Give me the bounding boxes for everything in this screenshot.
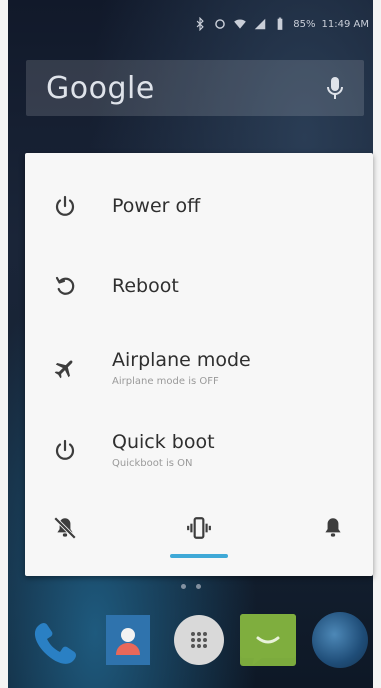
page-dot <box>180 584 186 589</box>
globe-icon <box>312 612 368 668</box>
sound-mode-selector <box>25 508 373 558</box>
vibrate-mode-button[interactable] <box>179 508 219 548</box>
reboot-label: Reboot <box>112 275 179 297</box>
selected-mode-indicator <box>170 554 228 558</box>
silent-mode-button[interactable] <box>45 508 85 548</box>
airplane-mode-label: Airplane mode <box>112 349 251 371</box>
status-time: 11:49 AM <box>321 18 369 30</box>
power-off-option[interactable]: Power off <box>25 171 373 241</box>
bluetooth-icon <box>193 17 207 31</box>
power-icon <box>52 193 78 219</box>
airplane-mode-option[interactable]: Airplane mode Airplane mode is OFF <box>25 333 373 403</box>
ring-mode-button[interactable] <box>313 508 353 548</box>
page-dot <box>195 584 201 589</box>
sync-icon <box>213 17 227 31</box>
google-logo: Google <box>46 70 155 106</box>
vibrate-icon <box>186 515 212 541</box>
status-bar: 85% 11:49 AM <box>8 0 373 48</box>
contacts-icon <box>106 615 150 665</box>
signal-icon <box>253 17 267 31</box>
quick-boot-status: Quickboot is ON <box>112 458 193 469</box>
power-menu-dialog: Power off Reboot Airplane mode Airplane … <box>25 153 373 576</box>
bell-off-icon <box>52 515 78 541</box>
app-drawer-icon <box>174 615 224 665</box>
messages-icon <box>240 614 296 666</box>
bell-icon <box>320 515 346 541</box>
power-icon <box>52 437 78 463</box>
phone-icon <box>26 612 82 668</box>
airplane-icon <box>52 355 78 381</box>
google-search-widget[interactable]: Google <box>26 60 364 116</box>
app-dock <box>26 612 372 672</box>
power-off-label: Power off <box>112 195 201 217</box>
dock-phone-app[interactable] <box>26 612 82 668</box>
reboot-icon <box>52 273 78 299</box>
microphone-icon[interactable] <box>326 76 344 100</box>
battery-percentage: 85% <box>293 18 316 30</box>
airplane-mode-status: Airplane mode is OFF <box>112 376 219 387</box>
dock-contacts-app[interactable] <box>100 612 156 668</box>
reboot-option[interactable]: Reboot <box>25 251 373 321</box>
phone-screen: 85% 11:49 AM Google Power off Reboot Air… <box>0 0 381 688</box>
dock-app-drawer[interactable] <box>171 612 227 668</box>
dock-messages-app[interactable] <box>240 612 296 668</box>
page-indicator <box>0 584 381 589</box>
battery-icon <box>273 17 287 31</box>
quick-boot-option[interactable]: Quick boot Quickboot is ON <box>25 415 373 485</box>
dock-browser-app[interactable] <box>312 612 368 668</box>
wifi-icon <box>233 17 247 31</box>
quick-boot-label: Quick boot <box>112 431 215 453</box>
